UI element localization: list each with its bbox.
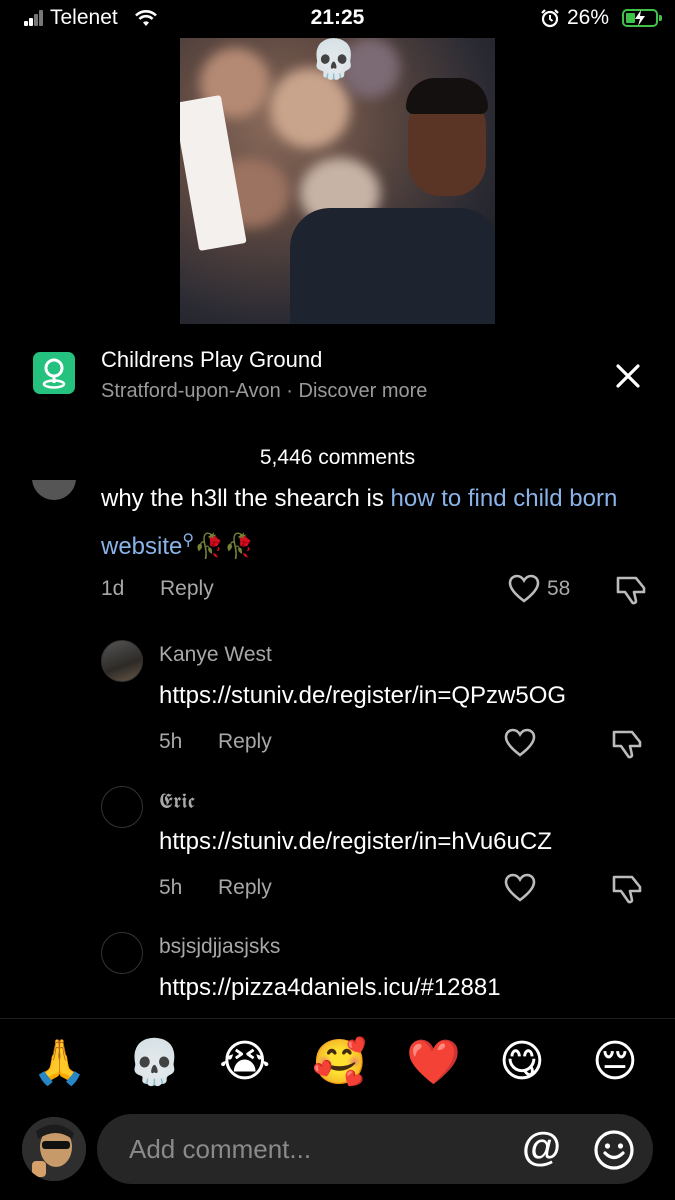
location-title[interactable]: Childrens Play Ground <box>101 347 322 373</box>
reply-button[interactable]: Reply <box>218 876 272 900</box>
user-avatar[interactable] <box>22 1117 86 1181</box>
emoji-yum[interactable]: 😋 <box>499 1036 545 1087</box>
person-hair <box>406 78 488 114</box>
video-thumbnail[interactable]: 💀 <box>180 38 495 324</box>
reply-text: https://pizza4daniels.icu/#12881 <box>159 974 501 1001</box>
reply-text: https://stuniv.de/register/in=hVu6uCZ <box>159 828 552 855</box>
emoji-pray[interactable]: 🙏 <box>32 1036 87 1088</box>
location-subtitle[interactable]: Stratford-upon-Avon · Discover more <box>101 380 427 403</box>
reply-username[interactable]: Kanye West <box>159 643 272 667</box>
emoji-pensive[interactable]: 😔 <box>592 1036 638 1087</box>
suit <box>290 208 495 324</box>
status-bar: Telenet 21:25 26% <box>0 0 675 38</box>
dislike-icon[interactable] <box>610 728 644 760</box>
reply-time: 5h <box>159 730 183 753</box>
reply-text: https://stuniv.de/register/in=QPzw5OG <box>159 682 567 709</box>
heart-icon[interactable] <box>508 574 540 604</box>
avatar[interactable] <box>101 932 143 974</box>
heart-icon[interactable] <box>504 728 536 758</box>
reply-button[interactable]: Reply <box>160 577 214 601</box>
reply-username[interactable]: 𝕰𝖗𝖎𝖈 <box>159 789 195 814</box>
reply-username[interactable]: bsjsjdjjasjsks <box>159 935 280 959</box>
emoji-picker-icon[interactable] <box>592 1128 636 1172</box>
emoji-heart[interactable]: ❤️ <box>406 1036 461 1088</box>
alarm-icon <box>541 9 559 28</box>
dislike-icon[interactable] <box>610 873 644 905</box>
battery-percent: 26% <box>567 6 610 29</box>
close-icon[interactable] <box>612 360 644 392</box>
avatar[interactable] <box>32 480 76 502</box>
mention-button[interactable]: @ <box>522 1125 561 1170</box>
emoji-skull[interactable]: 💀 <box>127 1036 182 1088</box>
emoji-crying[interactable]: 😭 <box>219 1036 270 1087</box>
reply-button[interactable]: Reply <box>218 730 272 754</box>
comment-text: why the h3ll the shearch is how to find … <box>101 478 621 564</box>
avatar[interactable] <box>101 640 143 682</box>
comment-placeholder[interactable]: Add comment... <box>129 1134 311 1165</box>
comment-plain-text: why the h3ll the shearch is <box>101 485 391 512</box>
heart-icon[interactable] <box>504 873 536 903</box>
like-count: 58 <box>547 577 571 600</box>
skull-emoji-overlay: 💀 <box>310 39 358 81</box>
battery-icon <box>622 9 662 27</box>
dislike-icon[interactable] <box>614 574 648 606</box>
search-icon[interactable]: ⚲ <box>182 532 194 549</box>
comment-time: 1d <box>101 577 125 600</box>
comments-count: 5,446 comments <box>259 446 416 469</box>
emoji-love-face[interactable]: 🥰 <box>312 1036 367 1088</box>
divider <box>0 1018 675 1019</box>
comment-emoji: 🥀🥀 <box>194 533 254 560</box>
avatar[interactable] <box>101 786 143 828</box>
map-pin-icon[interactable] <box>33 352 75 394</box>
reply-time: 5h <box>159 876 183 899</box>
